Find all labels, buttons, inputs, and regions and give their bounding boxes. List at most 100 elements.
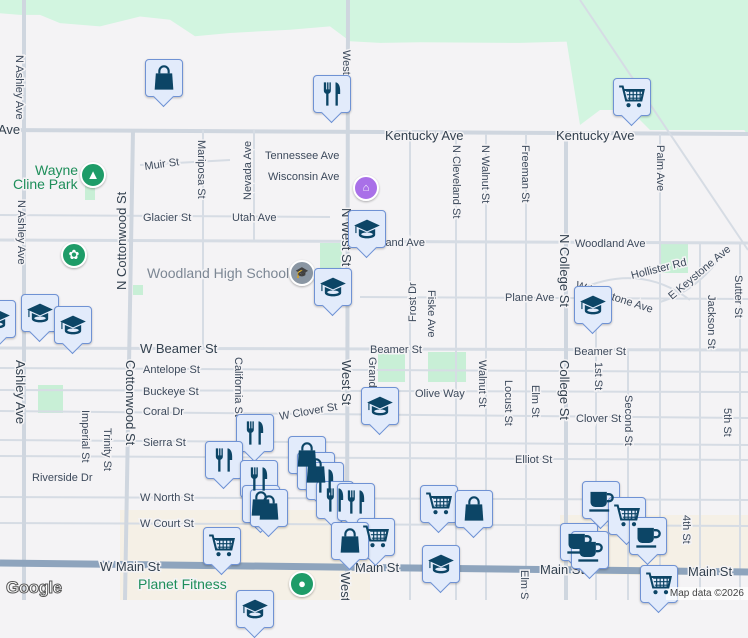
street-label: West St — [339, 360, 354, 406]
shopping-marker[interactable] — [455, 490, 493, 539]
graduation-cap-icon — [353, 215, 381, 243]
graduation-cap-icon — [26, 299, 54, 327]
street-label: Coral Dr — [143, 406, 184, 418]
street-label: N Cleveland St — [450, 145, 462, 218]
park-area — [378, 352, 405, 382]
fork-knife-icon — [318, 80, 346, 108]
street-label: Kentucky Ave — [556, 128, 635, 143]
street-label: Wisconsin Ave — [268, 171, 339, 183]
grocery-marker[interactable] — [640, 565, 678, 614]
street-label: Beamer St — [370, 344, 422, 356]
street-label: W Beamer St — [140, 341, 218, 356]
restaurant-marker[interactable] — [313, 75, 351, 124]
coffee-cup-icon — [576, 536, 604, 564]
street-label: Elliot St — [515, 454, 552, 466]
street-label: W North St — [140, 492, 194, 504]
graduation-cap-icon — [319, 273, 347, 301]
graduation-cap-icon — [366, 392, 394, 420]
street-label: Imperial St — [79, 410, 91, 463]
street-label: Glacier St — [143, 212, 191, 224]
grocery-marker[interactable] — [203, 527, 241, 576]
school-label[interactable]: Woodland High School — [146, 264, 291, 283]
street-label: College St — [557, 360, 572, 420]
street-label: Antelope St — [143, 364, 200, 376]
shopping-bag-icon — [255, 494, 283, 522]
coffee-cup-icon — [587, 486, 615, 514]
graduation-cap-icon — [241, 595, 269, 623]
fork-knife-icon — [342, 488, 370, 516]
restaurant-marker[interactable] — [205, 441, 243, 490]
graduation-cap-icon — [579, 291, 607, 319]
shopping-bag-icon — [460, 495, 488, 523]
school-marker[interactable] — [54, 306, 92, 355]
shopping-marker[interactable] — [331, 522, 369, 571]
street-label: 4th St — [680, 515, 692, 544]
park-label[interactable]: Cline Park — [12, 175, 81, 194]
street-label: Clover St — [576, 413, 621, 425]
school-marker[interactable] — [0, 300, 16, 349]
gym-label[interactable]: Planet Fitness — [137, 575, 229, 594]
shopping-cart-icon — [362, 523, 390, 551]
street-label: Buckeye St — [143, 386, 199, 398]
street-label: Grand — [366, 357, 378, 388]
street-label: Woodland Ave — [575, 238, 646, 250]
fitness-pin-icon[interactable]: ● — [289, 571, 315, 597]
street-label: Plane Ave — [505, 292, 554, 304]
shopping-marker[interactable] — [250, 489, 288, 538]
garden-flower-icon[interactable]: ✿ — [61, 242, 87, 268]
grocery-marker[interactable] — [420, 485, 458, 534]
street-label: Nevada Ave — [242, 141, 254, 200]
street-label: N Ashley Ave — [15, 200, 27, 265]
street-label: Palm Ave — [654, 145, 666, 191]
shopping-cart-icon — [618, 83, 646, 111]
street-label: Freeman St — [519, 145, 531, 202]
school-marker[interactable] — [361, 387, 399, 436]
street-label: Ashley Ave — [13, 360, 28, 424]
cafe-marker[interactable] — [629, 517, 667, 566]
map-attribution[interactable]: Map data ©2026 — [665, 587, 748, 600]
shopping-cart-icon — [208, 532, 236, 560]
street-label: Muir St — [144, 156, 180, 173]
street-label: Kentucky Ave — [385, 128, 464, 143]
school-marker[interactable] — [236, 590, 274, 638]
street-label: Elm St — [529, 385, 541, 417]
coffee-cup-icon — [634, 522, 662, 550]
park-area — [428, 352, 466, 382]
park-tree-icon[interactable]: ▲ — [80, 162, 106, 188]
school-marker[interactable] — [422, 545, 460, 594]
shopping-cart-icon — [425, 490, 453, 518]
street-label: N Walnut St — [479, 145, 491, 203]
street-label: Tennessee Ave — [265, 150, 339, 162]
street-label: Mariposa St — [195, 140, 207, 199]
school-pin-icon[interactable]: 🎓 — [289, 260, 315, 286]
grocery-marker[interactable] — [613, 78, 651, 127]
street-label: Second St — [622, 395, 634, 446]
street-label: N Ashley Ave — [13, 55, 25, 120]
street-label: Hollister Rd — [630, 257, 688, 282]
fork-knife-icon — [241, 419, 269, 447]
street-label: Olive Way — [415, 388, 465, 400]
street-label: Main St — [688, 564, 732, 579]
shopping-marker[interactable] — [145, 59, 183, 108]
fork-knife-icon — [245, 465, 273, 493]
street-label: Utah Ave — [232, 212, 276, 224]
street-label: Frost Dr — [407, 282, 419, 322]
school-marker[interactable] — [574, 286, 612, 335]
graduation-cap-icon — [0, 305, 11, 333]
street-label: Riverside Dr — [32, 472, 93, 484]
school-marker[interactable] — [348, 210, 386, 259]
park-area — [320, 243, 342, 268]
street-label: Walnut St — [476, 360, 488, 407]
street-label: Sutter St — [732, 275, 744, 318]
street-label: California St — [232, 357, 244, 417]
school-marker[interactable] — [314, 268, 352, 317]
street-label: W Clover St — [278, 401, 338, 423]
graduation-cap-icon — [427, 550, 455, 578]
museum-pin-icon[interactable]: ⌂ — [353, 175, 379, 201]
street-label: W Main St — [100, 559, 160, 574]
shopping-cart-icon — [645, 570, 673, 598]
fork-knife-icon — [210, 446, 238, 474]
street-label: Beamer St — [574, 346, 626, 358]
street-label: 5th St — [721, 408, 733, 437]
cafe-marker[interactable] — [571, 531, 609, 580]
